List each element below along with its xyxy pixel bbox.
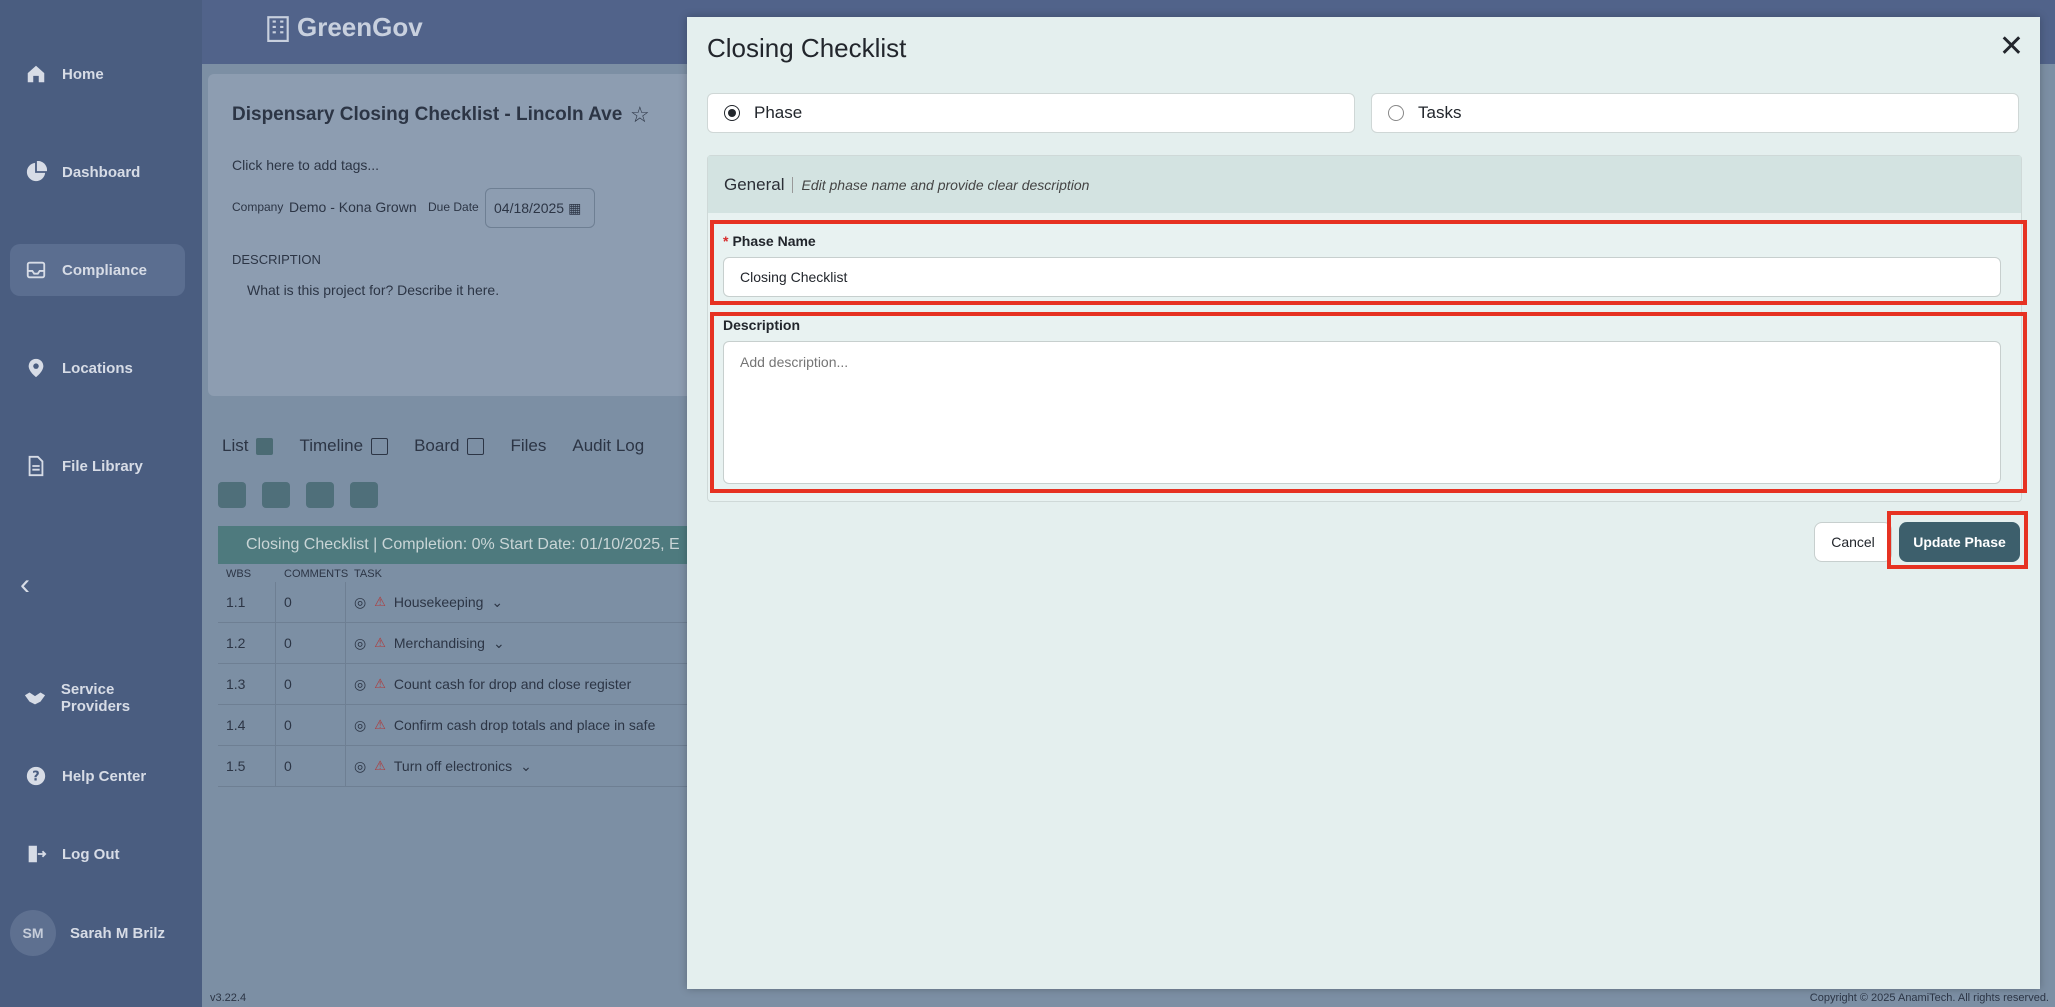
tab-audit-log[interactable]: Audit Log xyxy=(572,436,644,456)
tab-list[interactable]: List xyxy=(222,436,274,456)
chevron-down-icon[interactable]: ⌄ xyxy=(520,758,532,775)
sidebar-item-label: Help Center xyxy=(62,767,147,785)
warning-icon: ⚠ xyxy=(374,676,386,691)
sidebar-item-label: Home xyxy=(62,65,104,83)
check-circle-icon[interactable]: ◎ xyxy=(354,717,366,734)
due-date-input[interactable]: 04/18/2025 ▦ xyxy=(485,188,595,228)
file-icon xyxy=(10,455,62,477)
sidebar-item-locations[interactable]: Locations xyxy=(10,342,185,394)
footer: v3.22.4 Copyright © 2025 AnamiTech. All … xyxy=(202,989,2055,1007)
pause-button[interactable] xyxy=(262,482,290,508)
inbox-icon xyxy=(10,259,62,281)
check-circle-icon[interactable]: ◎ xyxy=(354,676,366,693)
sidebar-item-service-providers[interactable]: Service Providers xyxy=(10,672,185,724)
checkbox-icon xyxy=(467,438,485,456)
pie-chart-icon xyxy=(10,161,62,183)
checkbox-icon xyxy=(371,438,389,456)
warning-icon: ⚠ xyxy=(374,717,386,732)
home-icon xyxy=(10,63,62,85)
company-value: Demo - Kona Grown xyxy=(289,199,417,215)
copyright-text: Copyright © 2025 AnamiTech. All rights r… xyxy=(1809,992,2049,1004)
handshake-icon xyxy=(10,687,61,709)
radio-selected-icon[interactable] xyxy=(724,105,740,121)
tab-timeline[interactable]: Timeline xyxy=(299,436,389,456)
sidebar-item-dashboard[interactable]: Dashboard xyxy=(10,146,185,198)
section-title: General xyxy=(724,174,785,194)
chevron-down-icon[interactable]: ⌄ xyxy=(491,594,503,611)
sidebar-item-label: File Library xyxy=(62,457,143,475)
highlight-phase-name xyxy=(710,220,2027,305)
column-header: WBS xyxy=(226,568,252,580)
check-circle-icon[interactable]: ◎ xyxy=(354,594,366,611)
table-row[interactable]: 1.4 0 ◎ ⚠ Confirm cash drop totals and pla… xyxy=(218,705,688,746)
option-tasks[interactable]: Tasks xyxy=(1371,93,2019,133)
edit-phase-modal: Closing Checklist ✕ Phase Tasks General … xyxy=(687,17,2040,989)
view-tabs: List Timeline Board Files Audit Log xyxy=(222,436,644,456)
svg-text:?: ? xyxy=(32,770,39,785)
help-icon: ? xyxy=(10,765,62,787)
due-date-label: Due Date xyxy=(428,200,479,214)
description-label: DESCRIPTION xyxy=(232,252,321,267)
check-circle-icon[interactable]: ◎ xyxy=(354,758,366,775)
project-title: Dispensary Closing Checklist - Lincoln A… xyxy=(232,104,623,125)
sidebar-item-label: Locations xyxy=(62,359,133,377)
cancel-button[interactable]: Cancel xyxy=(1814,522,1892,562)
sidebar-item-label: Compliance xyxy=(62,261,148,279)
table-row[interactable]: 1.5 0 ◎ ⚠ Turn off electronics ⌄ xyxy=(218,746,688,787)
option-phase[interactable]: Phase xyxy=(707,93,1355,133)
highlight-description xyxy=(710,312,2027,493)
description-hint[interactable]: What is this project for? Describe it he… xyxy=(247,282,499,298)
checkbox-icon xyxy=(256,438,274,456)
chevron-down-icon[interactable]: ⌄ xyxy=(493,635,505,652)
app-logo: GreenGov xyxy=(265,12,423,43)
building-icon xyxy=(267,15,289,42)
add-tags-link[interactable]: Click here to add tags... xyxy=(232,157,379,173)
version-text: v3.22.4 xyxy=(210,992,247,1004)
location-pin-icon xyxy=(10,357,62,379)
sidebar: Home Dashboard Compliance Locations File… xyxy=(0,0,202,1007)
dropdown-button[interactable] xyxy=(350,482,378,508)
phase-banner[interactable]: Closing Checklist | Completion: 0% Start… xyxy=(218,526,688,564)
warning-icon: ⚠ xyxy=(374,635,386,650)
column-header: COMMENTS xyxy=(284,568,349,580)
sidebar-item-file-library[interactable]: File Library xyxy=(10,440,185,492)
column-header: TASK xyxy=(354,568,382,580)
calendar-icon: ▦ xyxy=(568,199,582,216)
warning-icon: ⚠ xyxy=(374,594,386,609)
highlight-update-button xyxy=(1887,511,2028,569)
tab-board[interactable]: Board xyxy=(414,436,485,456)
avatar: SM xyxy=(10,910,56,956)
close-icon[interactable]: ✕ xyxy=(1999,29,2024,64)
company-label: Company xyxy=(232,200,284,214)
user-profile[interactable]: SM Sarah M Brilz xyxy=(10,910,165,956)
tab-files[interactable]: Files xyxy=(510,436,546,456)
sidebar-item-help-center[interactable]: ? Help Center xyxy=(10,750,185,802)
table-row[interactable]: 1.1 0 ◎ ⚠ Housekeeping ⌄ xyxy=(218,582,688,623)
section-header: General Edit phase name and provide clea… xyxy=(708,156,2021,213)
table-row[interactable]: 1.2 0 ◎ ⚠ Merchandising ⌄ xyxy=(218,623,688,664)
sidebar-item-compliance[interactable]: Compliance xyxy=(10,244,185,296)
warning-icon: ⚠ xyxy=(374,758,386,773)
sidebar-item-label: Log Out xyxy=(62,845,120,863)
table-row[interactable]: 1.3 0 ◎ ⚠ Count cash for drop and close re… xyxy=(218,664,688,705)
collapse-sidebar-icon[interactable]: ‹ xyxy=(20,568,30,602)
logout-icon xyxy=(10,843,62,865)
sidebar-item-label: Service Providers xyxy=(60,681,131,715)
star-icon[interactable]: ☆ xyxy=(630,102,650,128)
task-table: WBS COMMENTS TASK 1.1 0 ◎ ⚠ Housekeeping ⌄ … xyxy=(218,566,688,787)
export-button[interactable] xyxy=(306,482,334,508)
sidebar-item-log-out[interactable]: Log Out xyxy=(10,828,185,880)
check-circle-icon[interactable]: ◎ xyxy=(354,635,366,652)
sidebar-item-home[interactable]: Home xyxy=(10,48,185,100)
modal-title: Closing Checklist xyxy=(707,33,907,63)
section-subtitle: Edit phase name and provide clear descri… xyxy=(792,176,1089,193)
filter-button[interactable] xyxy=(218,482,246,508)
user-name: Sarah M Brilz xyxy=(70,924,166,942)
radio-unselected-icon[interactable] xyxy=(1388,105,1404,121)
sidebar-item-label: Dashboard xyxy=(62,163,141,181)
